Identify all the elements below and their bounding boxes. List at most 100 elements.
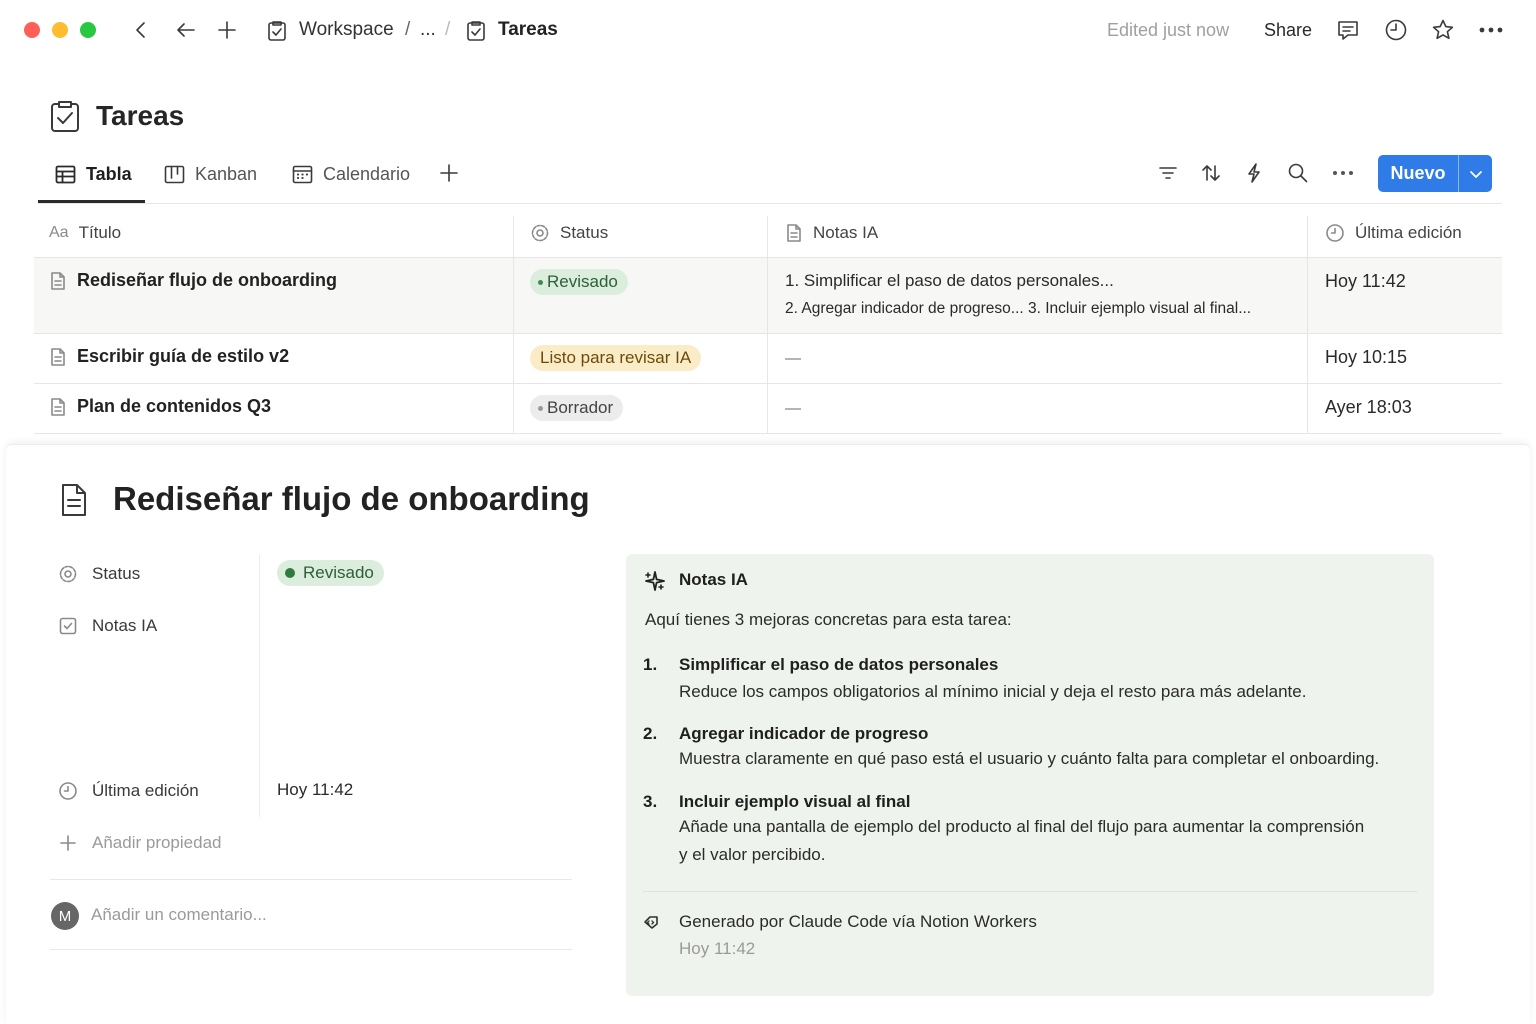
comment-input[interactable]: Añadir un comentario... xyxy=(91,905,267,925)
search-icon[interactable] xyxy=(1287,162,1309,184)
more-options-icon[interactable] xyxy=(1478,26,1504,34)
code-tag-icon xyxy=(643,914,659,930)
add-view-icon[interactable] xyxy=(439,163,459,183)
status-badge-text: Revisado xyxy=(547,272,618,291)
comments-icon[interactable] xyxy=(1336,18,1360,42)
ai-item-number: 3. xyxy=(643,792,658,811)
ai-item-title: Agregar indicador de progreso xyxy=(679,724,929,743)
chevron-left-icon[interactable] xyxy=(130,19,152,41)
property-label: Status xyxy=(92,564,141,583)
document-icon xyxy=(49,397,67,417)
column-header-edited[interactable]: Última edición xyxy=(1325,220,1462,246)
column-header-status[interactable]: Status xyxy=(530,220,608,246)
gear-icon xyxy=(530,223,550,243)
add-page-icon[interactable] xyxy=(216,19,238,41)
row-title-text: Plan de contenidos Q3 xyxy=(77,396,272,416)
ai-item-title: Incluir ejemplo visual al final xyxy=(679,792,911,811)
breadcrumb-separator: / xyxy=(445,19,451,40)
automation-bolt-icon[interactable] xyxy=(1244,162,1264,184)
sort-icon[interactable] xyxy=(1200,162,1222,184)
new-button[interactable]: Nuevo xyxy=(1378,155,1492,192)
edited-time: Hoy 10:15 xyxy=(1325,347,1408,367)
text-type-icon: Aa xyxy=(49,224,69,241)
divider xyxy=(50,949,572,950)
breadcrumb-current-page[interactable]: Tareas xyxy=(498,18,558,42)
minimize-window-button[interactable] xyxy=(52,22,68,38)
property-edited-value: Hoy 11:42 xyxy=(277,780,354,799)
breadcrumb-ellipsis[interactable]: ... xyxy=(420,18,436,42)
column-header-label: Título xyxy=(78,223,122,242)
status-dot xyxy=(538,405,543,411)
tab-tabla[interactable]: Tabla xyxy=(55,160,132,188)
edited-time: Ayer 18:03 xyxy=(1325,397,1412,417)
edited-status: Edited just now xyxy=(1107,20,1230,40)
tab-label: Calendario xyxy=(323,163,411,184)
ai-notes-heading: Notas IA xyxy=(679,570,748,589)
table-icon xyxy=(55,165,76,184)
property-label: Última edición xyxy=(92,781,199,800)
clock-icon xyxy=(1325,223,1345,243)
checkbox-page-icon xyxy=(266,19,288,43)
document-icon xyxy=(58,482,90,518)
ai-sparkle-icon xyxy=(644,570,666,592)
more-options-icon[interactable] xyxy=(1332,170,1354,176)
filter-icon[interactable] xyxy=(1157,163,1179,183)
row-divider xyxy=(34,433,1502,434)
generated-time: Hoy 11:42 xyxy=(679,939,756,958)
calendar-icon xyxy=(292,164,313,184)
row-title-text: Escribir guía de estilo v2 xyxy=(77,346,290,366)
clock-icon xyxy=(58,781,78,801)
status-badge[interactable]: Revisado xyxy=(277,560,384,586)
ai-item-number: 1. xyxy=(643,655,658,674)
favorite-star-icon[interactable] xyxy=(1431,18,1455,42)
column-header-notes[interactable]: Notas IA xyxy=(785,220,878,246)
close-window-button[interactable] xyxy=(24,22,40,38)
tab-label: Tabla xyxy=(86,163,132,184)
chevron-down-icon[interactable] xyxy=(1459,168,1492,180)
ai-item-number: 2. xyxy=(643,724,658,743)
generated-by: Generado por Claude Code vía Notion Work… xyxy=(679,912,1037,931)
status-badge[interactable]: Listo para revisar IA xyxy=(530,345,702,371)
status-badge-text: Borrador xyxy=(547,398,614,417)
page-title: Tareas xyxy=(96,100,185,131)
divider xyxy=(643,891,1417,892)
ai-item-body: Añade una pantalla de ejemplo del produc… xyxy=(679,817,1365,836)
tabs-divider xyxy=(38,203,1502,204)
column-divider xyxy=(767,216,768,434)
divider xyxy=(50,879,572,880)
add-property-button[interactable]: Añadir propiedad xyxy=(58,831,221,855)
tab-calendario[interactable]: Calendario xyxy=(292,160,410,188)
add-property-label: Añadir propiedad xyxy=(92,833,222,852)
column-header-label: Última edición xyxy=(1355,223,1462,242)
detail-title[interactable]: Rediseñar flujo de onboarding xyxy=(113,480,590,518)
column-header-title[interactable]: Aa Título xyxy=(49,220,121,246)
property-status[interactable]: Status xyxy=(58,562,140,586)
status-badge[interactable]: Revisado xyxy=(530,269,628,295)
document-icon xyxy=(49,271,67,291)
document-icon xyxy=(49,347,67,367)
kanban-icon xyxy=(164,165,185,184)
tab-label: Kanban xyxy=(195,163,258,184)
empty-value-dash xyxy=(785,408,801,410)
back-arrow-icon[interactable] xyxy=(174,19,198,41)
new-button-label: Nuevo xyxy=(1390,163,1446,183)
table-row-title[interactable]: Rediseñar flujo de onboarding xyxy=(49,270,337,291)
tab-kanban[interactable]: Kanban xyxy=(164,160,257,188)
row-title-text: Rediseñar flujo de onboarding xyxy=(77,270,338,290)
ai-notes-intro: Aquí tienes 3 mejoras concretas para est… xyxy=(645,610,1012,629)
column-divider xyxy=(513,216,514,434)
share-button[interactable]: Share xyxy=(1264,18,1312,42)
zoom-window-button[interactable] xyxy=(80,22,96,38)
status-badge[interactable]: Borrador xyxy=(530,395,624,421)
breadcrumb-workspace[interactable]: Workspace xyxy=(299,18,394,42)
property-notes[interactable]: Notas IA xyxy=(58,614,157,638)
table-row-title[interactable]: Escribir guía de estilo v2 xyxy=(49,346,289,367)
checkbox-page-icon xyxy=(58,616,78,636)
avatar: M xyxy=(51,902,79,930)
property-label: Notas IA xyxy=(92,616,158,635)
history-clock-icon[interactable] xyxy=(1384,18,1408,42)
status-dot xyxy=(285,568,295,578)
column-divider xyxy=(1307,216,1308,434)
table-row-title[interactable]: Plan de contenidos Q3 xyxy=(49,396,271,417)
column-header-label: Notas IA xyxy=(813,223,879,242)
